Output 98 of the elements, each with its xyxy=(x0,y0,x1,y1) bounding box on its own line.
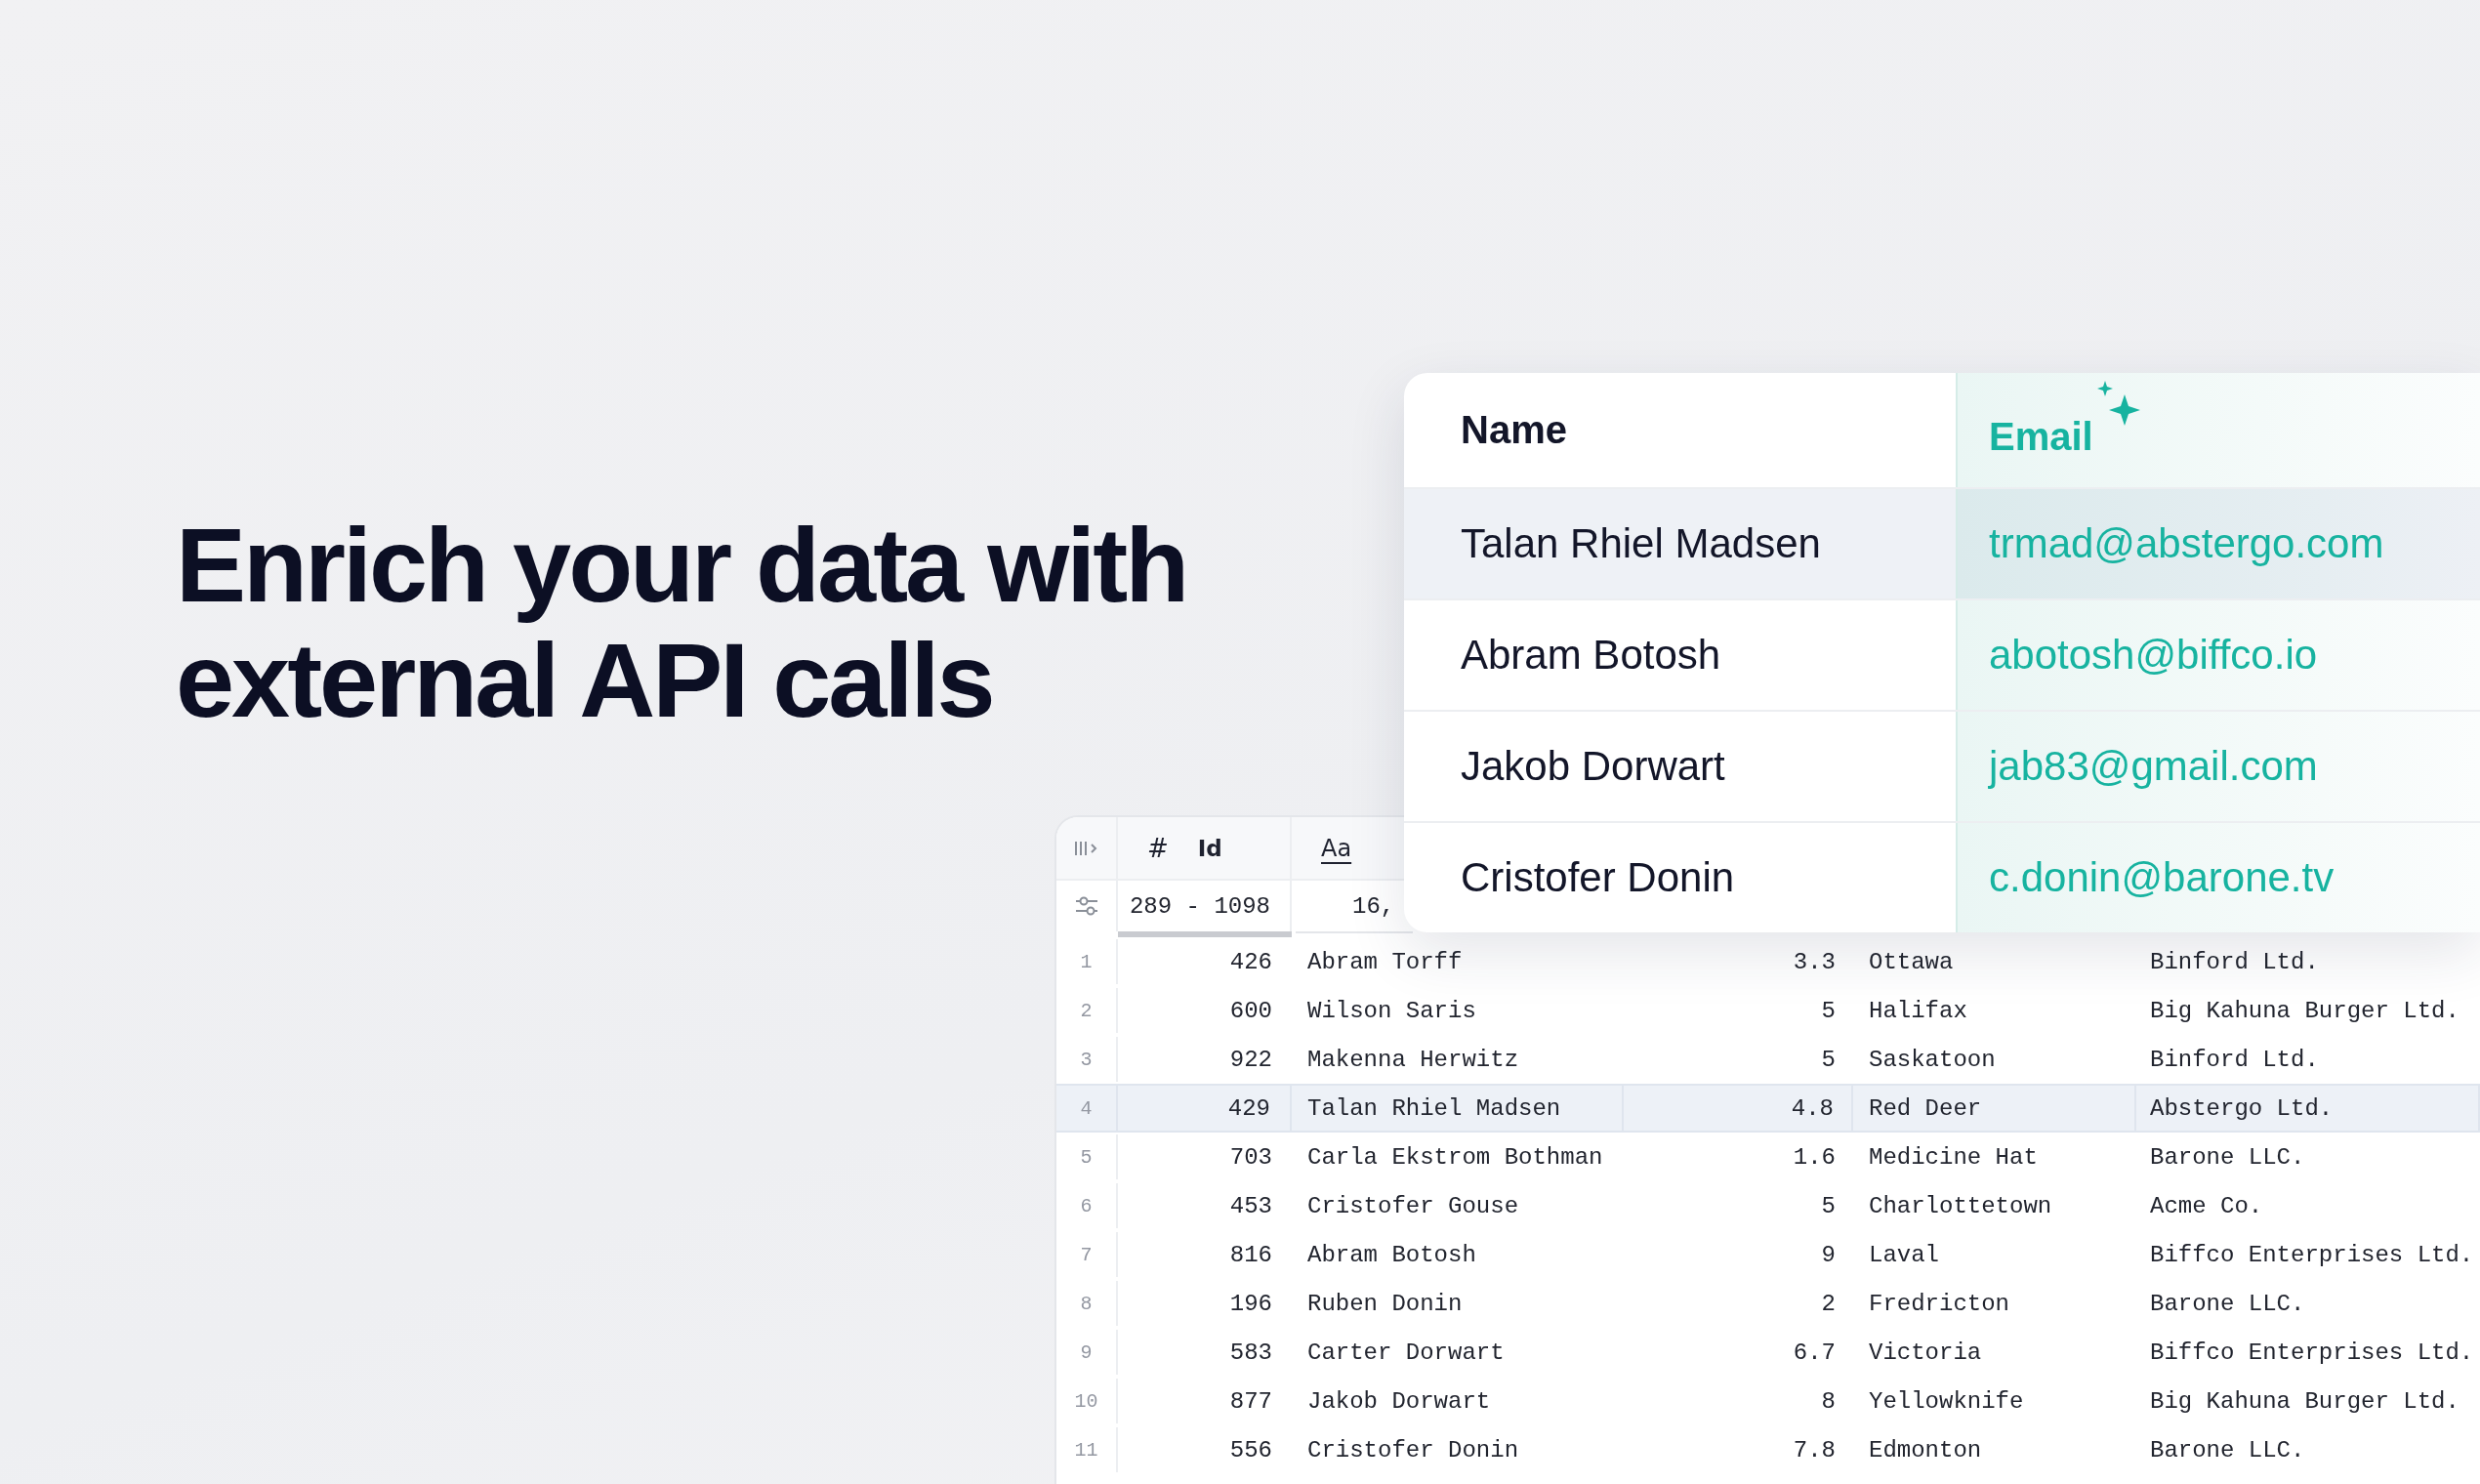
table-cell: Ottawa xyxy=(1869,948,1954,975)
table-cell: 9 xyxy=(1821,1241,1836,1268)
table-row[interactable]: 1 426 Abram Torff 3.3 Ottawa Binford Ltd. xyxy=(1056,937,2480,986)
table-row[interactable]: 8 196 Ruben Donin 2 Fredricton Barone LLC. xyxy=(1056,1279,2480,1328)
table-cell: 583 xyxy=(1229,1339,1272,1366)
type-symbol: # xyxy=(1147,833,1169,863)
table-row[interactable]: 5 703 Carla Ekstrom Bothman 1.6 Medicine Hat Barone LLC. xyxy=(1056,1133,2480,1181)
table-cell: 3.3 xyxy=(1793,948,1836,975)
table-cell: Big Kahuna Burger Ltd. xyxy=(2150,997,2459,1024)
row-number: 4 xyxy=(1080,1096,1093,1120)
row-number: 8 xyxy=(1080,1292,1093,1315)
table-cell: Talan Rhiel Madsen xyxy=(1461,520,1821,567)
table-row[interactable]: 6 453 Cristofer Gouse 5 Charlottetown Acme Co. xyxy=(1056,1181,2480,1230)
table-cell: Barone LLC. xyxy=(2150,1436,2305,1463)
range-filter[interactable]: 16, xyxy=(1352,892,1395,920)
table-cell: Binford Ltd. xyxy=(2150,1046,2319,1073)
table-cell: Victoria xyxy=(1869,1339,1982,1366)
table-cell: 877 xyxy=(1229,1387,1272,1415)
table-row[interactable]: 10 877 Jakob Dorwart 8 Yellowknife Big Kahuna Burger Ltd. xyxy=(1056,1377,2480,1425)
table-cell: 453 xyxy=(1229,1192,1272,1219)
column-header: Email xyxy=(1989,414,2093,459)
table-cell: Barone LLC. xyxy=(2150,1290,2305,1317)
row-number: 3 xyxy=(1080,1048,1093,1071)
email-cell: jab83@gmail.com xyxy=(1989,743,2318,790)
table-cell: Talan Rhiel Madsen xyxy=(1307,1094,1561,1122)
table-cell: Fredricton xyxy=(1869,1290,2010,1317)
table-cell: 5 xyxy=(1821,1046,1836,1073)
table-row[interactable]: 7 816 Abram Botosh 9 Laval Biffco Enterprises Ltd. xyxy=(1056,1230,2480,1279)
row-number: 7 xyxy=(1080,1243,1093,1266)
table-cell: 2 xyxy=(1821,1290,1836,1317)
table-cell: Yellowknife xyxy=(1869,1387,2024,1415)
table-cell: Makenna Herwitz xyxy=(1307,1046,1519,1073)
table-cell: Edmonton xyxy=(1869,1436,1982,1463)
table-row[interactable]: Abram Botosh abotosh@biffco.io xyxy=(1404,598,2480,710)
headline: Enrich your data with external API calls xyxy=(176,508,1188,738)
range-filter[interactable]: 289 - 1098 xyxy=(1129,892,1270,920)
row-number: 1 xyxy=(1080,950,1093,973)
table-cell: Binford Ltd. xyxy=(2150,948,2319,975)
table-cell: Carter Dorwart xyxy=(1307,1339,1505,1366)
table-cell: Charlottetown xyxy=(1869,1192,2052,1219)
row-number: 9 xyxy=(1080,1340,1093,1364)
table-cell: Carla Ekstrom Bothman xyxy=(1307,1143,1603,1171)
table-cell: Abstergo Ltd. xyxy=(2150,1094,2334,1122)
table-cell: 6.7 xyxy=(1793,1339,1836,1366)
table-cell: 196 xyxy=(1229,1290,1272,1317)
table-cell: 556 xyxy=(1229,1436,1272,1463)
column-header: Name xyxy=(1461,408,1567,452)
table-cell: 426 xyxy=(1229,948,1272,975)
column-header[interactable]: Id xyxy=(1197,835,1222,861)
email-cell: trmad@abstergo.com xyxy=(1989,520,2384,567)
selected-row[interactable]: 4 429 Talan Rhiel Madsen 4.8 Red Deer Abstergo Ltd. xyxy=(1056,1084,2480,1133)
table-row[interactable]: 2 600 Wilson Saris 5 Halifax Big Kahuna Burger Ltd. xyxy=(1056,986,2480,1035)
table-cell: Jakob Dorwart xyxy=(1307,1387,1491,1415)
columns-icon xyxy=(1073,839,1099,857)
table-cell: Big Kahuna Burger Ltd. xyxy=(2150,1387,2459,1415)
table-row[interactable]: Cristofer Donin c.donin@barone.tv xyxy=(1404,821,2480,932)
table-cell: 1.6 xyxy=(1793,1143,1836,1171)
row-number: 5 xyxy=(1080,1145,1093,1169)
table-cell: Saskatoon xyxy=(1869,1046,1996,1073)
email-cell: abotosh@biffco.io xyxy=(1989,632,2318,679)
table-row[interactable]: 9 583 Carter Dorwart 6.7 Victoria Biffco Enterprises Ltd. xyxy=(1056,1328,2480,1377)
table-cell: Cristofer Donin xyxy=(1461,854,1735,901)
table-cell: Wilson Saris xyxy=(1307,997,1476,1024)
table-cell: Halifax xyxy=(1869,997,1967,1024)
filter-icon xyxy=(1073,895,1099,917)
table-cell: 703 xyxy=(1229,1143,1272,1171)
table-cell: Cristofer Donin xyxy=(1307,1436,1519,1463)
table-cell: 8 xyxy=(1821,1387,1836,1415)
table-cell: Ruben Donin xyxy=(1307,1290,1463,1317)
row-number: 11 xyxy=(1074,1438,1098,1462)
table-cell: Jakob Dorwart xyxy=(1461,743,1725,790)
table-cell: Red Deer xyxy=(1869,1094,1982,1122)
table-cell: Abram Botosh xyxy=(1461,632,1721,679)
table-cell: 5 xyxy=(1821,1192,1836,1219)
table-row[interactable]: 11 556 Cristofer Donin 7.8 Edmonton Barone LLC. xyxy=(1056,1425,2480,1474)
table-cell: 429 xyxy=(1227,1094,1270,1122)
email-cell: c.donin@barone.tv xyxy=(1989,854,2335,901)
table-cell: 816 xyxy=(1229,1241,1272,1268)
table-row[interactable]: Jakob Dorwart jab83@gmail.com xyxy=(1404,710,2480,821)
table-cell: Biffco Enterprises Ltd. xyxy=(2150,1241,2474,1268)
table-cell: 600 xyxy=(1229,997,1272,1024)
table-cell: Laval xyxy=(1869,1241,1939,1268)
table-row[interactable]: 3 922 Makenna Herwitz 5 Saskatoon Binford Ltd. xyxy=(1056,1035,2480,1084)
table-cell: Barone LLC. xyxy=(2150,1143,2305,1171)
row-number: 6 xyxy=(1080,1194,1093,1217)
table-cell: Medicine Hat xyxy=(1869,1143,2038,1171)
row-number: 2 xyxy=(1080,999,1093,1022)
table-cell: 7.8 xyxy=(1793,1436,1836,1463)
table-cell: 4.8 xyxy=(1791,1094,1834,1122)
table-cell: Abram Torff xyxy=(1307,948,1463,975)
row-number: 10 xyxy=(1074,1389,1098,1413)
type-symbol: Aa xyxy=(1321,834,1352,862)
table-cell: Acme Co. xyxy=(2150,1192,2263,1219)
table-cell: Abram Botosh xyxy=(1307,1241,1476,1268)
table-cell: 5 xyxy=(1821,997,1836,1024)
table-cell: Cristofer Gouse xyxy=(1307,1192,1519,1219)
table-cell: 922 xyxy=(1229,1046,1272,1073)
table-cell: Biffco Enterprises Ltd. xyxy=(2150,1339,2474,1366)
